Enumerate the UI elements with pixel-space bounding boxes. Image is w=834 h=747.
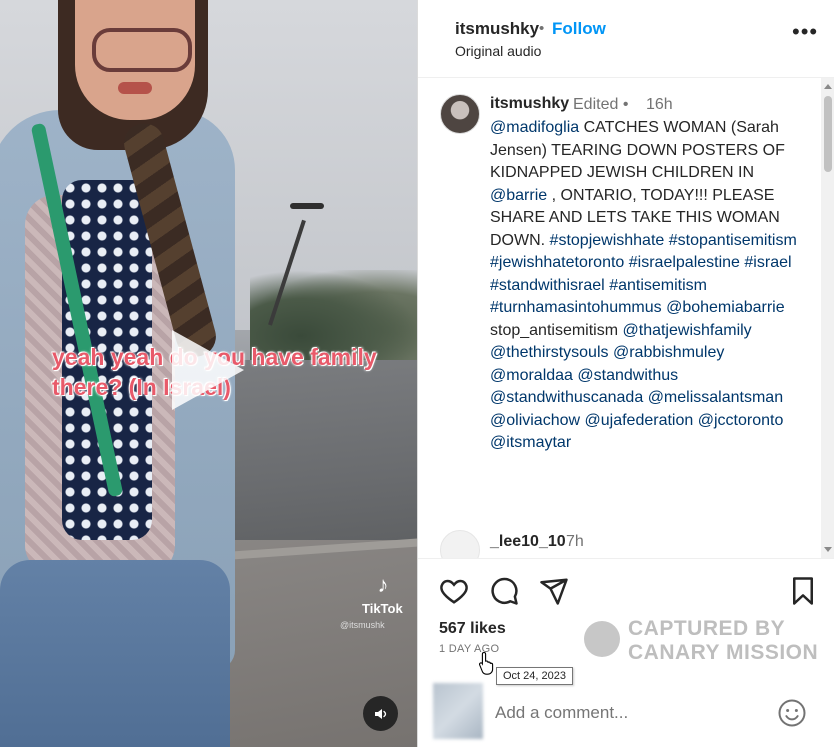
- caption-tag-link[interactable]: @standwithus: [577, 367, 678, 384]
- scroll-up-arrow-icon[interactable]: [824, 84, 832, 89]
- tiktok-handle: @itsmushk: [340, 620, 385, 630]
- comment-input[interactable]: [495, 703, 755, 723]
- watermark-line-2: CANARY MISSION: [628, 641, 819, 664]
- header-separator: •: [539, 20, 545, 37]
- caption-tag-link[interactable]: #israel: [744, 254, 791, 271]
- tiktok-label: TikTok: [362, 601, 403, 616]
- caption-tag-link[interactable]: @oliviachow: [490, 412, 580, 429]
- watermark-line-1: CAPTURED BY: [628, 617, 786, 640]
- caption-tag-link[interactable]: @barrie: [490, 187, 547, 204]
- caption-tag-link[interactable]: @standwithuscanada: [490, 389, 643, 406]
- caption-tag-link[interactable]: #israelpalestine: [629, 254, 740, 271]
- subject-jeans: [0, 560, 230, 747]
- caption-tag-link[interactable]: @rabbishmuley: [613, 344, 724, 361]
- caption-edited-label: Edited •: [573, 96, 629, 113]
- scroll-down-arrow-icon[interactable]: [824, 547, 832, 552]
- caption-tag-link[interactable]: @thatjewishfamily: [623, 322, 752, 339]
- caption-tag-link[interactable]: #antisemitism: [609, 277, 707, 294]
- caption-tag-link[interactable]: #stopjewishhate: [550, 232, 665, 249]
- caption-tag-link[interactable]: #standwithisrael: [490, 277, 605, 294]
- comment-username[interactable]: _lee10_10: [490, 533, 566, 551]
- caption-text-segment: stop_antisemitism: [490, 321, 623, 339]
- caption-tag-link[interactable]: @itsmaytar: [490, 434, 571, 451]
- caption-text: @madifoglia CATCHES WOMAN (Sarah Jensen)…: [490, 117, 805, 455]
- caption-timestamp[interactable]: 16h: [646, 96, 673, 114]
- caption-area: itsmushky Edited • 16h @madifoglia CATCH…: [418, 78, 821, 558]
- subject-lips: [118, 82, 152, 94]
- comment-icon[interactable]: [489, 576, 519, 606]
- caption-tag-link[interactable]: #jewishhatetoronto: [490, 254, 624, 271]
- speaker-icon: [374, 708, 386, 719]
- emoji-icon[interactable]: [777, 698, 807, 728]
- caption-scrollbar[interactable]: [821, 78, 834, 558]
- current-user-avatar: [433, 683, 483, 739]
- post-header: itsmushky • Follow Original audio •••: [418, 0, 834, 78]
- avatar[interactable]: [440, 94, 480, 134]
- caption-tag-link[interactable]: @madifoglia: [490, 119, 579, 136]
- caption-tag-link[interactable]: @melissalantsman: [648, 389, 783, 406]
- caption-tag-link[interactable]: @thethirstysouls: [490, 344, 609, 361]
- header-username[interactable]: itsmushky: [455, 19, 539, 39]
- follow-button[interactable]: Follow: [552, 19, 606, 39]
- scroll-thumb[interactable]: [824, 96, 832, 172]
- video-player[interactable]: yeah yeah do you have family there? (In …: [0, 0, 417, 747]
- comment-box: [418, 679, 834, 747]
- caption-tag-link[interactable]: @ujafederation: [585, 412, 694, 429]
- play-icon[interactable]: [172, 330, 244, 410]
- canary-mission-watermark: CAPTURED BY CANARY MISSION: [584, 615, 834, 665]
- caption-tag-link[interactable]: @moraldaa: [490, 367, 573, 384]
- share-icon[interactable]: [539, 576, 569, 606]
- tiktok-logo-icon: ♪: [377, 572, 389, 597]
- caption-tag-link[interactable]: #stopantisemitism: [669, 232, 797, 249]
- comment-avatar[interactable]: [440, 530, 480, 558]
- caption-tag-link[interactable]: @bohemiabarrie: [666, 299, 785, 316]
- street-light-lamp: [290, 203, 324, 209]
- bookmark-icon[interactable]: [788, 576, 818, 606]
- likes-count[interactable]: 567 likes: [439, 620, 506, 638]
- mute-button[interactable]: [363, 696, 398, 731]
- comment-timestamp: 7h: [566, 533, 584, 550]
- caption-tag-link[interactable]: #turnhamasintohummus: [490, 299, 662, 316]
- caption-username[interactable]: itsmushky: [490, 95, 569, 113]
- hand-cursor-icon: [478, 651, 494, 675]
- caption-tag-link[interactable]: @jcctoronto: [698, 412, 784, 429]
- post-actions: 567 likes 1 DAY AGO CAPTURED BY CANARY M…: [418, 558, 834, 747]
- more-options-icon[interactable]: •••: [792, 21, 818, 43]
- subject-glasses: [92, 28, 192, 72]
- heart-icon[interactable]: [439, 576, 469, 606]
- original-audio-link[interactable]: Original audio: [455, 43, 541, 59]
- post-side-panel: itsmushky • Follow Original audio ••• it…: [417, 0, 834, 747]
- canary-logo-icon: [584, 621, 620, 657]
